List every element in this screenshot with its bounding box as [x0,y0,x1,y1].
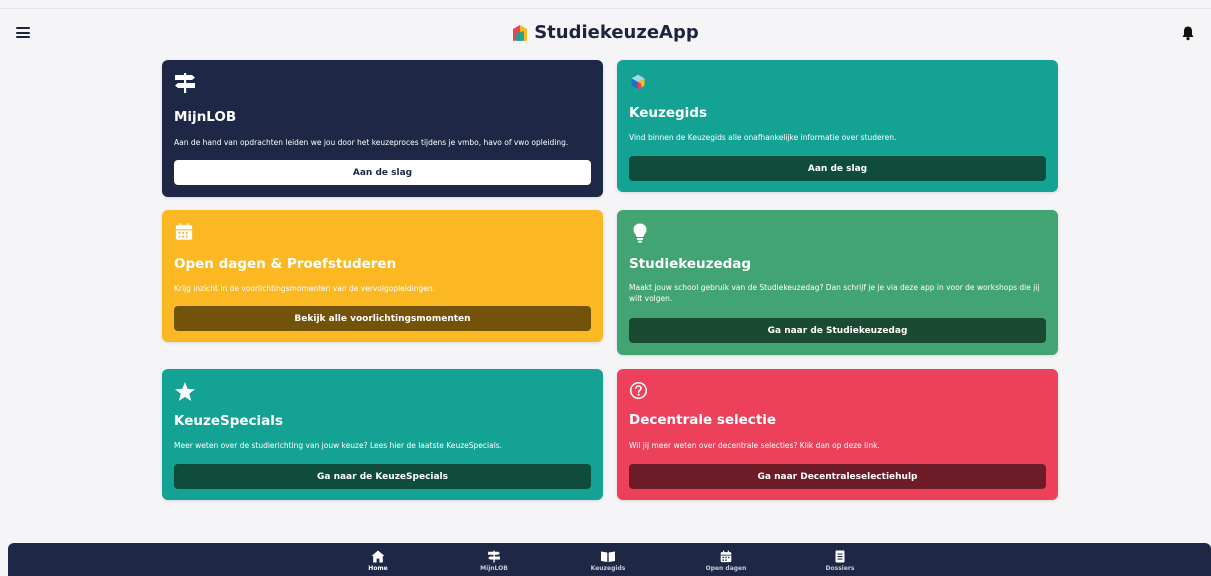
nav-label: Keuzegids [590,565,626,572]
card-open-dagen: Open dagen & Proefstuderen Krijg inzicht… [162,210,603,342]
card-mijnlob: MijnLOB Aan de hand van opdrachten leide… [162,60,603,197]
card-title: MijnLOB [174,109,237,125]
calendar-icon [175,223,193,240]
card-description: Maakt jouw school gebruik van de Studiek… [629,283,1040,303]
mijnlob-start-button[interactable]: Aan de slag [174,160,591,185]
open-dagen-button[interactable]: Bekijk alle voorlichtingsmomenten [174,306,591,331]
card-description: Krijg inzicht in de voorlichtingsmomente… [174,284,435,293]
bell-icon[interactable] [1181,25,1195,41]
nav-item-home[interactable]: Home [343,550,413,572]
calendar-icon [720,550,732,563]
nav-label: Dossiers [825,565,855,572]
signpost-icon [488,550,500,563]
signpost-icon [175,73,195,93]
bottom-navigation: Home MijnLOB Keuzegids Open dagen Dossie… [8,543,1211,576]
card-description: Wil jij meer weten over decentrale selec… [629,441,880,450]
decentrale-selectie-button[interactable]: Ga naar Decentraleselectiehulp [629,464,1046,489]
nav-item-dossiers[interactable]: Dossiers [805,550,875,572]
brand: StudiekeuzeApp [0,22,1211,46]
card-title: Open dagen & Proefstuderen [174,256,397,272]
card-keuzegids: Keuzegids Vind binnen de Keuzegids alle … [617,60,1058,192]
card-studiekeuzedag: Studiekeuzedag Maakt jouw school gebruik… [617,210,1058,355]
card-decentrale-selectie: Decentrale selectie Wil jij meer weten o… [617,369,1058,500]
card-title: Studiekeuzedag [629,256,752,272]
nav-label: MijnLOB [480,565,508,572]
card-title: Decentrale selectie [629,412,777,428]
card-description: Aan de hand van opdrachten leiden we jou… [174,138,569,147]
home-icon [371,550,385,563]
nav-label: Home [368,565,388,572]
nav-item-keuzegids[interactable]: Keuzegids [573,550,643,572]
app-header: StudiekeuzeApp [0,9,1211,59]
question-circle-icon [629,381,648,400]
nav-label: Open dagen [705,565,747,572]
book-icon [601,551,615,562]
cube-icon [631,74,645,90]
keuzegids-start-button[interactable]: Aan de slag [629,156,1046,181]
card-description: Meer weten over de studierichting van jo… [174,441,503,450]
star-icon [175,382,195,401]
keuzespecials-button[interactable]: Ga naar de KeuzeSpecials [174,464,591,489]
card-title: Keuzegids [629,105,707,121]
card-description: Vind binnen de Keuzegids alle onafhankel… [629,133,897,142]
card-keuzespecials: KeuzeSpecials Meer weten over de studier… [162,369,603,500]
lightbulb-icon [633,223,647,243]
card-title: KeuzeSpecials [174,413,283,429]
nav-item-mijnlob[interactable]: MijnLOB [459,550,529,572]
app-logo-icon [513,24,528,41]
nav-item-open-dagen[interactable]: Open dagen [691,550,761,572]
app-title: StudiekeuzeApp [534,22,699,43]
document-icon [835,550,845,563]
studiekeuzedag-button[interactable]: Ga naar de Studiekeuzedag [629,318,1046,343]
